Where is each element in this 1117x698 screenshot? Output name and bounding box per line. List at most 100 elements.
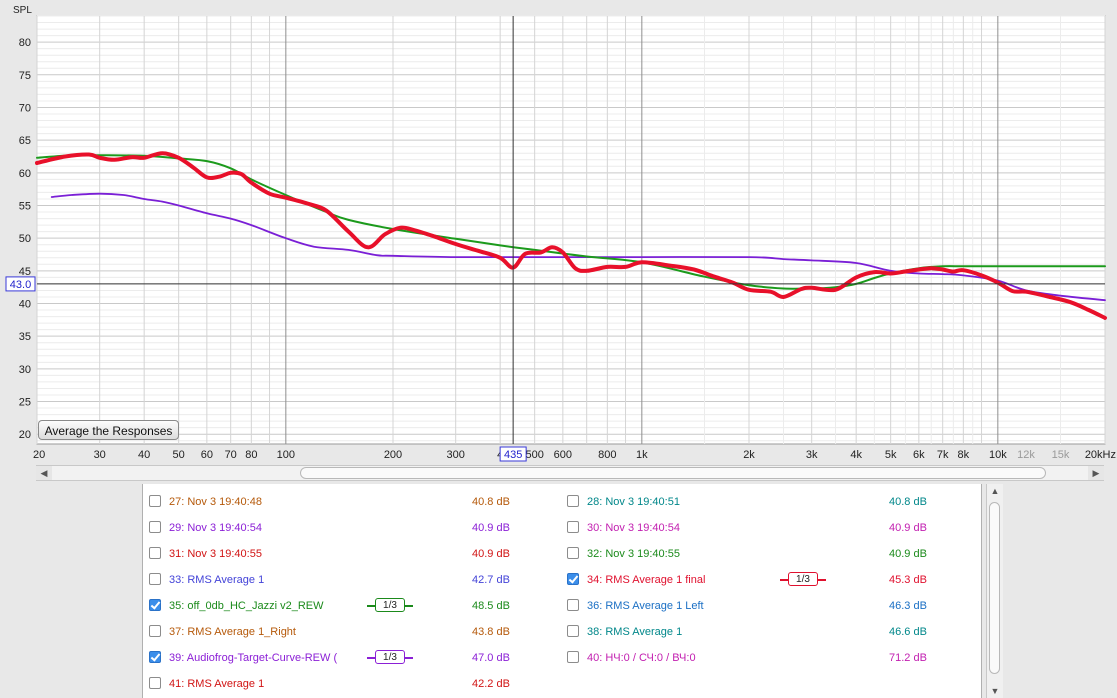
x-tick-label: 800 <box>598 449 616 461</box>
smoothing-label: 1/3 <box>375 598 405 612</box>
measurement-checkbox[interactable] <box>567 599 579 611</box>
frequency-response-graph[interactable]: SPL 80 75 70 65 60 55 50 45 40 35 30 25 2020 30 40 50 60 7… <box>0 0 1117 465</box>
x-tick-label: 7k <box>937 449 949 461</box>
measurement-name: 37: RMS Average 1_Right <box>169 626 296 638</box>
measurement-checkbox[interactable] <box>149 599 161 611</box>
measurement-level: 42.2 dB <box>472 678 510 690</box>
measurement-level: 40.9 dB <box>889 522 927 534</box>
measurement-name: 28: Nov 3 19:40:51 <box>587 496 680 508</box>
scroll-right-arrow-icon[interactable]: ▶ <box>1088 466 1104 480</box>
smoothing-badge[interactable]: 1/3 <box>367 650 413 666</box>
scroll-left-arrow-icon[interactable]: ◀ <box>36 466 52 480</box>
list-item[interactable]: 39: Audiofrog-Target-Curve-REW ( 1/3 47.0 … <box>149 648 532 668</box>
measurement-checkbox[interactable] <box>567 547 579 559</box>
x-tick-label: 2k <box>743 449 755 461</box>
y-tick-label: 60 <box>19 168 31 180</box>
y-tick-label: 40 <box>19 299 31 311</box>
measurement-name: 39: Audiofrog-Target-Curve-REW ( <box>169 652 338 664</box>
measurement-checkbox[interactable] <box>567 521 579 533</box>
x-tick-label: 4k <box>850 449 862 461</box>
vertical-scroll-thumb[interactable] <box>989 502 1000 674</box>
x-tick-label: 8k <box>958 449 970 461</box>
cursor-y-readout: 43.0 <box>10 279 31 291</box>
x-tick-label: 12k <box>1017 449 1035 461</box>
x-tick-label: 80 <box>245 449 257 461</box>
x-tick-label: 1k <box>636 449 648 461</box>
vertical-scrollbar[interactable]: ▲ ▼ <box>986 484 1003 698</box>
list-item[interactable]: 32: Nov 3 19:40:55 40.9 dB <box>567 544 949 564</box>
measurement-name: 32: Nov 3 19:40:55 <box>587 548 680 560</box>
measurement-checkbox[interactable] <box>149 495 161 507</box>
measurement-checkbox[interactable] <box>567 625 579 637</box>
list-item[interactable]: 33: RMS Average 1 42.7 dB <box>149 570 532 590</box>
x-tick-label: 100 <box>277 449 295 461</box>
measurement-checkbox[interactable] <box>567 495 579 507</box>
x-tick-label: 10k <box>989 449 1007 461</box>
measurement-level: 43.8 dB <box>472 626 510 638</box>
measurement-name: 29: Nov 3 19:40:54 <box>169 522 262 534</box>
measurement-name: 34: RMS Average 1 final <box>587 574 706 586</box>
x-tick-label: 5k <box>885 449 897 461</box>
measurement-level: 47.0 dB <box>472 652 510 664</box>
list-item[interactable]: 30: Nov 3 19:40:54 40.9 dB <box>567 518 949 538</box>
list-item[interactable]: 41: RMS Average 1 42.2 dB <box>149 674 532 694</box>
measurement-level: 40.8 dB <box>472 496 510 508</box>
measurement-name: 27: Nov 3 19:40:48 <box>169 496 262 508</box>
list-item[interactable]: 34: RMS Average 1 final 1/3 45.3 dB <box>567 570 949 590</box>
y-tick-label: 25 <box>19 397 31 409</box>
measurement-level: 45.3 dB <box>889 574 927 586</box>
measurement-level: 40.9 dB <box>472 522 510 534</box>
smoothing-badge[interactable]: 1/3 <box>367 598 413 614</box>
measurement-checkbox[interactable] <box>567 651 579 663</box>
x-tick-label: 3k <box>806 449 818 461</box>
x-tick-label: 500 <box>525 449 543 461</box>
measurement-checkbox[interactable] <box>149 547 161 559</box>
measurement-checkbox[interactable] <box>149 573 161 585</box>
list-item[interactable]: 40: НЧ:0 / СЧ:0 / ВЧ:0 71.2 dB <box>567 648 949 668</box>
measurement-level: 40.9 dB <box>472 548 510 560</box>
measurement-level: 46.6 dB <box>889 626 927 638</box>
list-item[interactable]: 31: Nov 3 19:40:55 40.9 dB <box>149 544 532 564</box>
y-tick-label: 65 <box>19 135 31 147</box>
measurement-level: 40.9 dB <box>889 548 927 560</box>
x-tick-label: 200 <box>384 449 402 461</box>
scroll-up-arrow-icon[interactable]: ▲ <box>987 484 1003 498</box>
smoothing-badge[interactable]: 1/3 <box>780 572 826 588</box>
y-tick-label: 75 <box>19 70 31 82</box>
x-tick-label: 15k <box>1052 449 1070 461</box>
measurement-name: 31: Nov 3 19:40:55 <box>169 548 262 560</box>
y-tick-label: 35 <box>19 331 31 343</box>
measurement-name: 40: НЧ:0 / СЧ:0 / ВЧ:0 <box>587 652 696 664</box>
measurement-level: 71.2 dB <box>889 652 927 664</box>
horizontal-scroll-thumb[interactable] <box>300 467 1046 479</box>
list-item[interactable]: 27: Nov 3 19:40:48 40.8 dB <box>149 492 532 512</box>
list-item[interactable]: 35: off_0db_HC_Jazzi v2_REW 1/3 48.5 dB <box>149 596 532 616</box>
plot-area <box>36 15 1106 445</box>
x-tick-label: 30 <box>94 449 106 461</box>
x-tick-label: 6k <box>913 449 925 461</box>
measurement-name: 35: off_0db_HC_Jazzi v2_REW <box>169 600 324 612</box>
list-item[interactable]: 37: RMS Average 1_Right 43.8 dB <box>149 622 532 642</box>
list-item[interactable]: 29: Nov 3 19:40:54 40.9 dB <box>149 518 532 538</box>
list-item[interactable]: 36: RMS Average 1 Left 46.3 dB <box>567 596 949 616</box>
list-item[interactable]: 38: RMS Average 1 46.6 dB <box>567 622 949 642</box>
list-item[interactable]: 28: Nov 3 19:40:51 40.8 dB <box>567 492 949 512</box>
average-responses-button[interactable]: Average the Responses <box>38 420 179 440</box>
y-tick-label: 55 <box>19 200 31 212</box>
measurement-checkbox[interactable] <box>149 625 161 637</box>
measurement-name: 33: RMS Average 1 <box>169 574 265 586</box>
measurement-checkbox[interactable] <box>149 651 161 663</box>
measurement-name: 30: Nov 3 19:40:54 <box>587 522 680 534</box>
y-tick-label: 20 <box>19 429 31 441</box>
y-tick-label: 50 <box>19 233 31 245</box>
y-tick-label: 70 <box>19 102 31 114</box>
measurement-name: 36: RMS Average 1 Left <box>587 600 704 612</box>
measurement-checkbox[interactable] <box>149 521 161 533</box>
horizontal-scrollbar[interactable]: ◀ ▶ <box>36 465 1104 481</box>
x-tick-label: 300 <box>447 449 465 461</box>
x-tick-label: 40 <box>138 449 150 461</box>
measurement-checkbox[interactable] <box>149 677 161 689</box>
y-axis-title: SPL <box>13 5 32 16</box>
measurement-checkbox[interactable] <box>567 573 579 585</box>
scroll-down-arrow-icon[interactable]: ▼ <box>987 684 1003 698</box>
